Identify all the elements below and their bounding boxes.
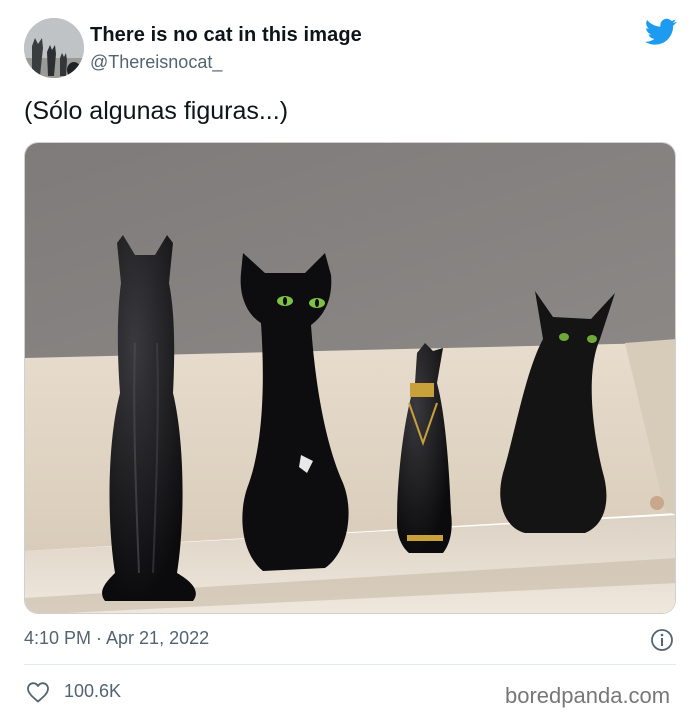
twitter-bird-icon[interactable] bbox=[645, 18, 677, 46]
divider bbox=[24, 664, 676, 665]
like-count[interactable]: 100.6K bbox=[64, 681, 121, 702]
cat-avatar-icon bbox=[24, 18, 84, 78]
display-name[interactable]: There is no cat in this image bbox=[90, 24, 362, 47]
heart-icon[interactable] bbox=[26, 681, 50, 703]
info-icon[interactable] bbox=[650, 628, 674, 652]
tweet-timestamp[interactable]: 4:10 PM · Apr 21, 2022 bbox=[24, 628, 209, 649]
watermark: boredpanda.com bbox=[505, 683, 671, 708]
tweet-text: (Sólo algunas figuras...) bbox=[24, 97, 289, 125]
user-handle[interactable]: @Thereisnocat_ bbox=[90, 52, 222, 73]
tweet-card: There is no cat in this image @Thereisno… bbox=[0, 0, 700, 718]
cat-figurines-photo bbox=[25, 143, 675, 613]
avatar[interactable] bbox=[24, 18, 84, 78]
tweet-photo[interactable] bbox=[24, 142, 676, 614]
